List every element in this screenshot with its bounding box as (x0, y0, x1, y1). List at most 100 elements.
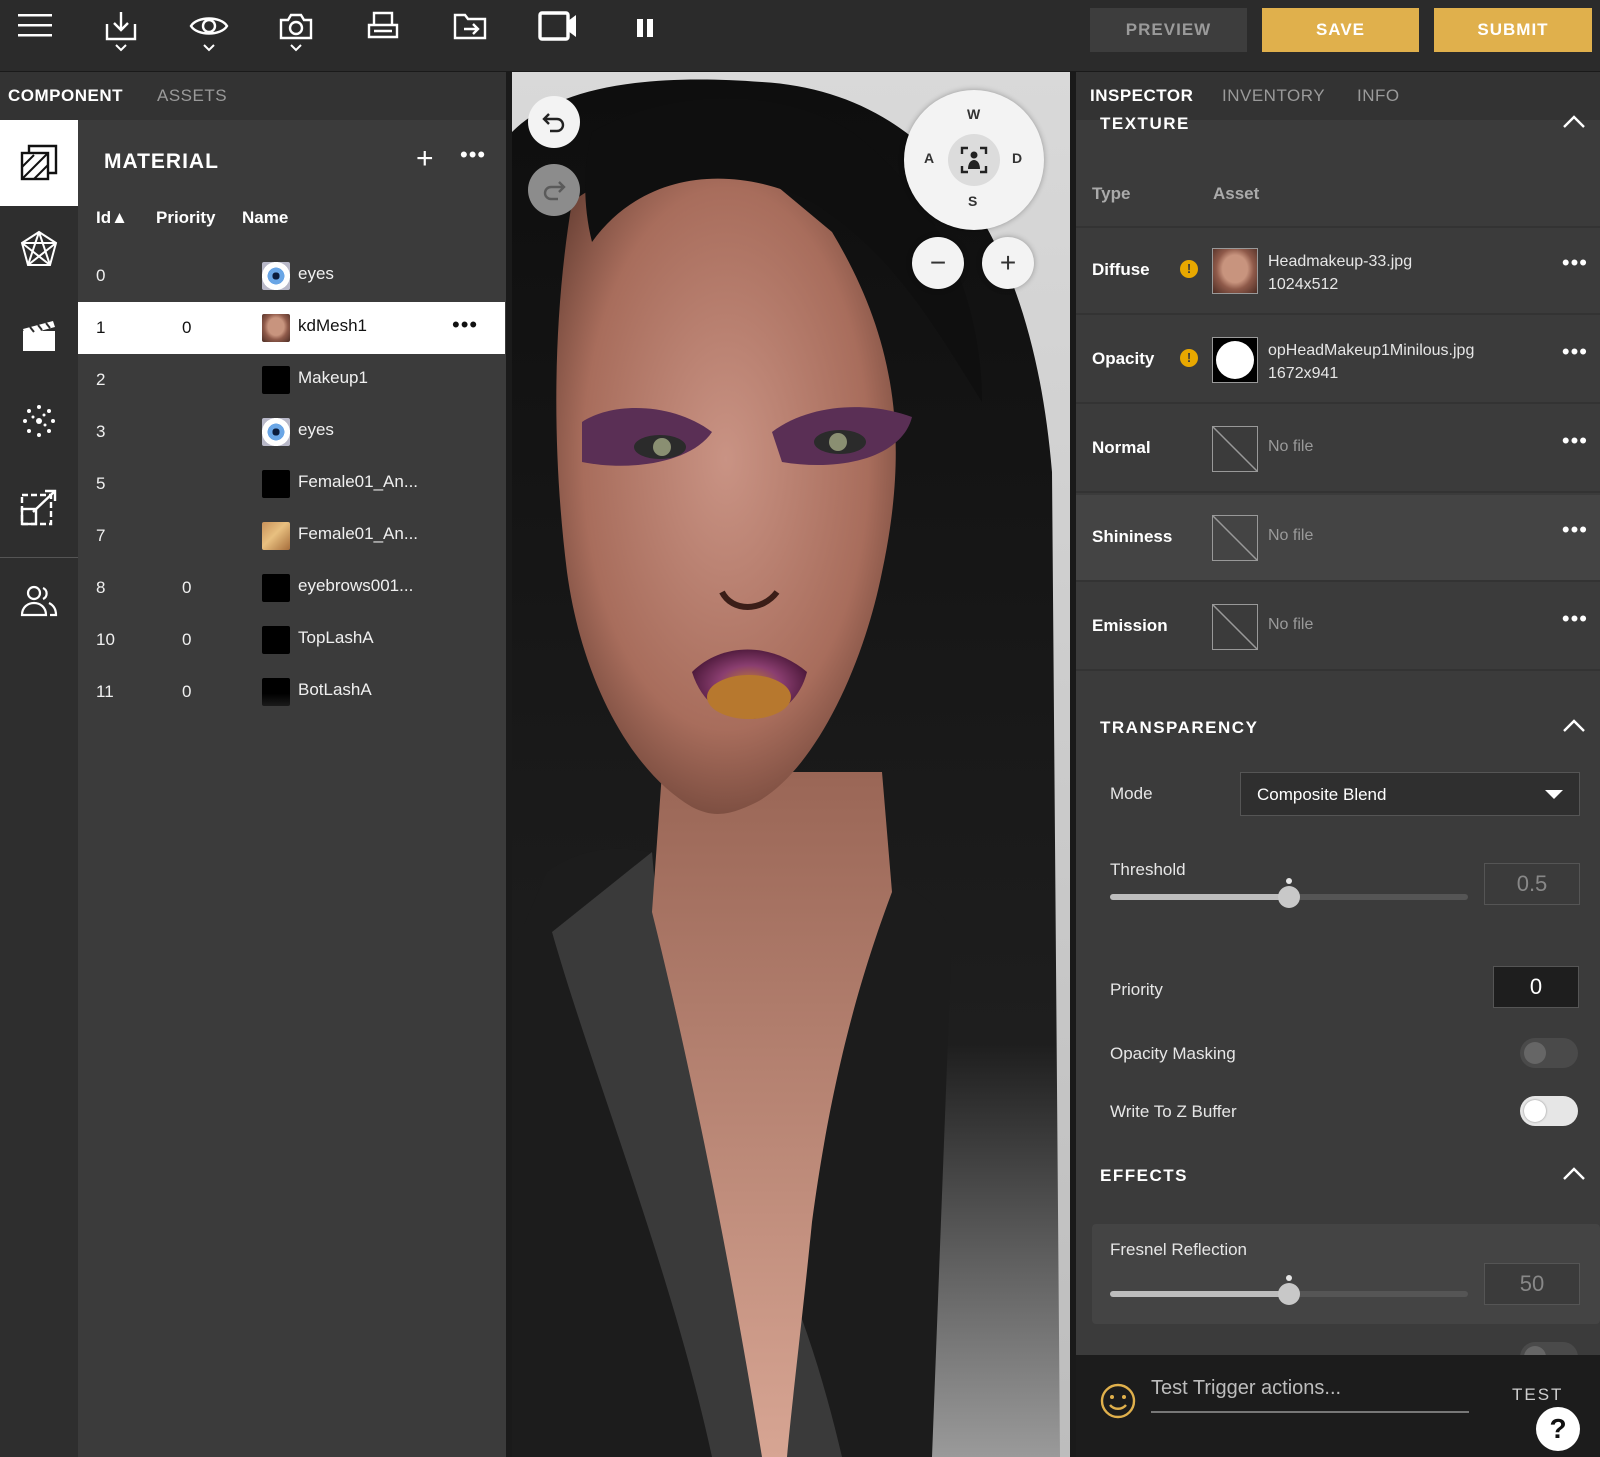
focus-avatar-button[interactable] (948, 134, 1000, 186)
material-thumbnail (262, 574, 290, 602)
transparency-collapse-icon[interactable] (1562, 718, 1586, 734)
fresnel-handle[interactable] (1278, 1283, 1300, 1305)
rail-transform[interactable] (0, 464, 78, 550)
particles-icon (23, 405, 55, 437)
trigger-input[interactable]: Test Trigger actions... (1151, 1377, 1469, 1413)
texture-thumbnail[interactable] (1212, 248, 1258, 294)
texture-dimensions: 1672x941 (1268, 365, 1339, 382)
row-id: 11 (96, 682, 114, 701)
material-thumbnail (262, 470, 290, 498)
help-button[interactable]: ? (1536, 1407, 1580, 1451)
empty-texture-slot[interactable] (1212, 515, 1258, 561)
print-icon[interactable] (360, 10, 406, 66)
fresnel-value-field[interactable]: 50 (1484, 1263, 1580, 1305)
warning-icon[interactable]: ! (1180, 349, 1198, 367)
compass-d-button[interactable]: D (1012, 150, 1022, 166)
save-button[interactable]: SAVE (1262, 8, 1419, 52)
tab-component[interactable]: COMPONENT (8, 86, 123, 106)
effects-collapse-icon[interactable] (1562, 1166, 1586, 1182)
column-header-id[interactable]: Id▲ (96, 208, 128, 228)
video-icon[interactable] (535, 10, 581, 66)
texture-more-button[interactable]: ••• (1562, 339, 1588, 365)
rail-materials[interactable] (0, 120, 78, 206)
navigation-compass: W A S D (904, 90, 1044, 230)
texture-no-file: No file (1268, 527, 1314, 544)
redo-button[interactable] (528, 164, 580, 216)
preview-button[interactable]: PREVIEW (1090, 8, 1247, 52)
smiley-icon[interactable] (1100, 1383, 1136, 1419)
texture-row-diffuse: Diffuse! Headmakeup-33.jpg 1024x512 ••• (1076, 228, 1600, 315)
warning-icon[interactable]: ! (1180, 260, 1198, 278)
tab-assets[interactable]: ASSETS (157, 86, 227, 106)
texture-row-emission: Emission No file ••• (1076, 584, 1600, 671)
tab-inventory[interactable]: INVENTORY (1222, 86, 1325, 106)
fresnel-slider[interactable] (1110, 1275, 1468, 1306)
texture-more-button[interactable]: ••• (1562, 250, 1588, 276)
texture-more-button[interactable]: ••• (1562, 606, 1588, 632)
transparency-section-title: TRANSPARENCY (1100, 718, 1259, 737)
rail-users[interactable] (0, 558, 78, 644)
empty-texture-slot[interactable] (1212, 426, 1258, 472)
table-row[interactable]: 10 0 TopLashA (78, 614, 505, 666)
compass-a-button[interactable]: A (924, 150, 934, 166)
inspector-panel: INSPECTOR INVENTORY INFO TEXTURE Type As… (1076, 72, 1600, 1457)
side-rail (0, 120, 78, 1457)
row-id: 0 (96, 266, 106, 285)
person-focus-icon (960, 146, 988, 174)
table-row[interactable]: 2 Makeup1 (78, 354, 505, 406)
rail-particles[interactable] (0, 378, 78, 464)
empty-texture-slot[interactable] (1212, 604, 1258, 650)
undo-button[interactable] (528, 96, 580, 148)
table-row[interactable]: 7 Female01_An... (78, 510, 505, 562)
material-thumbnail (262, 522, 290, 550)
download-icon[interactable] (98, 10, 144, 66)
rail-scene[interactable] (0, 292, 78, 378)
column-header-priority[interactable]: Priority (156, 208, 216, 228)
threshold-handle[interactable] (1278, 886, 1300, 908)
eye-icon[interactable] (186, 10, 232, 66)
table-row[interactable]: 5 Female01_An... (78, 458, 505, 510)
threshold-slider[interactable] (1110, 878, 1468, 909)
mode-select-value: Composite Blend (1257, 785, 1387, 804)
row-more-button[interactable]: ••• (452, 312, 478, 338)
test-button[interactable]: TEST (1512, 1385, 1563, 1405)
row-id: 2 (96, 370, 106, 389)
texture-more-button[interactable]: ••• (1562, 428, 1588, 454)
write-z-buffer-toggle[interactable] (1520, 1096, 1578, 1126)
pause-icon[interactable] (622, 10, 668, 66)
column-header-name[interactable]: Name (242, 208, 288, 228)
compass-s-button[interactable]: S (968, 193, 977, 209)
table-row[interactable]: 1 0 kdMesh1 ••• (78, 302, 505, 354)
texture-more-button[interactable]: ••• (1562, 517, 1588, 543)
table-row[interactable]: 8 0 eyebrows001... (78, 562, 505, 614)
opacity-masking-toggle[interactable] (1520, 1038, 1578, 1068)
submit-button[interactable]: SUBMIT (1434, 8, 1592, 52)
row-name: Makeup1 (298, 368, 368, 387)
texture-thumbnail[interactable] (1212, 337, 1258, 383)
camera-icon[interactable] (273, 10, 319, 66)
compass-w-button[interactable]: W (967, 106, 980, 122)
rail-mesh[interactable] (0, 206, 78, 292)
mode-select[interactable]: Composite Blend (1240, 772, 1580, 816)
table-row[interactable]: 3 eyes (78, 406, 505, 458)
table-row[interactable]: 0 eyes (78, 250, 505, 302)
priority-field[interactable]: 0 (1493, 966, 1579, 1008)
table-row[interactable]: 11 0 BotLashA (78, 666, 505, 718)
tab-info[interactable]: INFO (1357, 86, 1400, 106)
export-icon[interactable] (447, 10, 493, 66)
zoom-in-button[interactable]: + (982, 237, 1034, 289)
material-more-button[interactable]: ••• (460, 142, 486, 168)
dropdown-arrow-icon (1545, 790, 1563, 799)
texture-filename: Headmakeup-33.jpg (1268, 253, 1413, 270)
menu-icon[interactable] (12, 10, 58, 66)
left-tab-bar: COMPONENT ASSETS (0, 72, 512, 120)
threshold-value-field[interactable]: 0.5 (1484, 863, 1580, 905)
tab-inspector[interactable]: INSPECTOR (1090, 86, 1193, 106)
row-id: 5 (96, 474, 106, 493)
undo-icon (542, 113, 565, 133)
row-id: 10 (96, 630, 115, 649)
add-material-button[interactable]: + (416, 144, 434, 174)
texture-collapse-icon[interactable] (1562, 114, 1586, 130)
3d-viewport[interactable]: W A S D − + (512, 72, 1070, 1457)
zoom-out-button[interactable]: − (912, 237, 964, 289)
